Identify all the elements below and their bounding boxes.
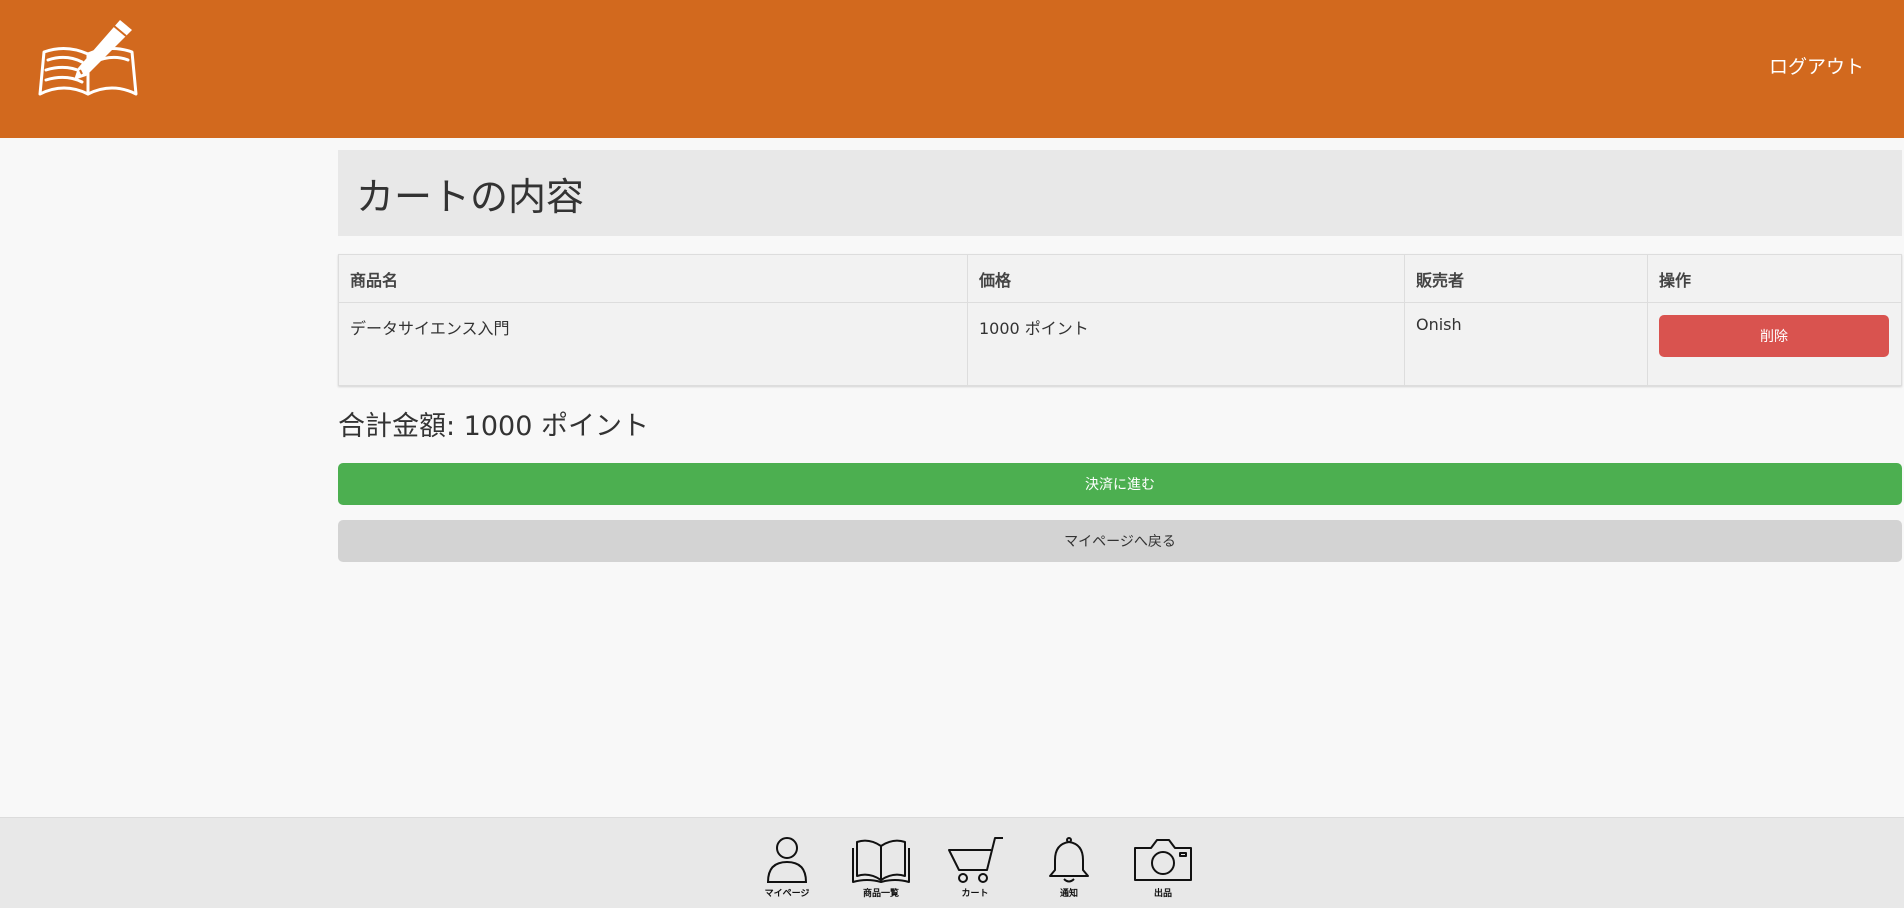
seller-cell: Onish: [1404, 302, 1648, 386]
footer-nav-bar: マイページ 商品一覧 カート 通知 出品: [0, 817, 1904, 908]
back-to-mypage-button[interactable]: マイページへ戻る: [338, 520, 1902, 562]
nav-label-listing: 出品: [1153, 889, 1172, 899]
price-cell: 1000 ポイント: [967, 302, 1405, 386]
nav-item-notifications[interactable]: 通知: [1022, 836, 1116, 899]
product-name-cell: データサイエンス入門: [338, 302, 968, 386]
total-amount: 合計金額: 1000 ポイント: [338, 411, 649, 442]
nav-item-mypage[interactable]: マイページ: [740, 836, 834, 899]
column-header-seller: 販売者: [1404, 254, 1648, 303]
nav-item-products[interactable]: 商品一覧: [834, 836, 928, 899]
logout-link[interactable]: ログアウト: [1769, 52, 1864, 79]
page-title-box: カートの内容: [338, 150, 1902, 236]
delete-button[interactable]: 削除: [1659, 315, 1889, 357]
nav-item-cart[interactable]: カート: [928, 836, 1022, 899]
nav-label-mypage: マイページ: [764, 889, 810, 899]
column-header-product-name: 商品名: [338, 254, 968, 303]
table-row: データサイエンス入門 1000 ポイント Onish 削除: [338, 302, 1902, 386]
book-icon: [852, 839, 910, 883]
person-icon: [766, 837, 808, 883]
nav-item-listing[interactable]: 出品: [1116, 836, 1210, 899]
footer-nav: マイページ 商品一覧 カート 通知 出品: [740, 836, 1210, 899]
table-header-row: 商品名 価格 販売者 操作: [338, 254, 1902, 303]
cart-table: 商品名 価格 販売者 操作 データサイエンス入門 1000 ポイント Onish…: [338, 254, 1902, 386]
page-title: カートの内容: [356, 174, 585, 219]
nav-label-notifications: 通知: [1059, 889, 1078, 899]
nav-label-products: 商品一覧: [862, 889, 899, 899]
cart-icon: [948, 837, 1003, 883]
book-pencil-logo-icon[interactable]: [36, 18, 142, 102]
column-header-action: 操作: [1647, 254, 1902, 303]
nav-label-cart: カート: [961, 889, 989, 899]
main-content: カートの内容 商品名 価格 販売者 操作 データサイエンス入門 1000 ポイン…: [338, 150, 1902, 562]
column-header-price: 価格: [967, 254, 1405, 303]
checkout-button[interactable]: 決済に進む: [338, 463, 1902, 505]
camera-icon: [1134, 839, 1192, 881]
bell-icon: [1049, 837, 1089, 883]
action-cell: 削除: [1647, 302, 1902, 386]
site-header: ログアウト: [0, 0, 1904, 138]
